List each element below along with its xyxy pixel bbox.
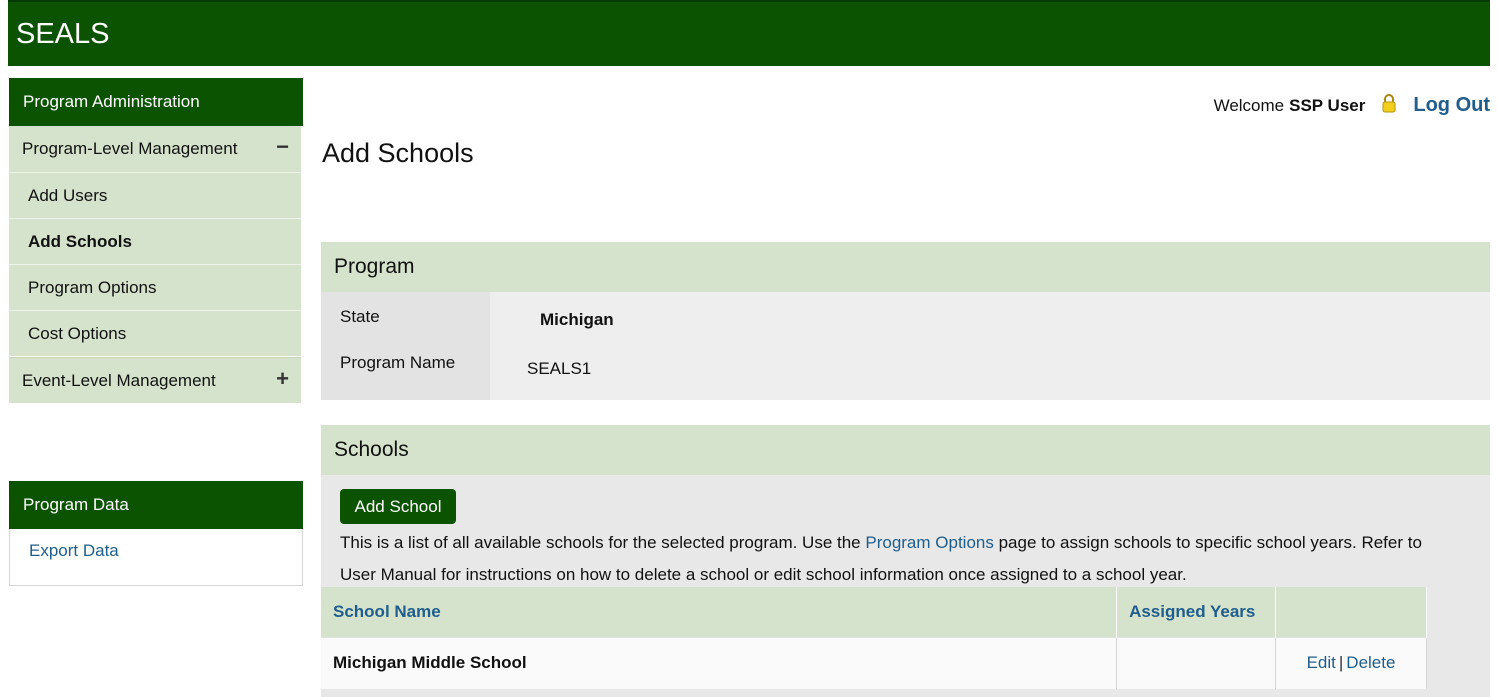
sidebar-data-box: Export Data (9, 529, 303, 586)
collapse-icon[interactable]: − (276, 134, 289, 160)
assigned-years-cell (1116, 636, 1277, 689)
user-bar: Welcome SSP User Log Out (1213, 93, 1490, 117)
table-row: Michigan Middle School Edit | Delete (321, 636, 1427, 689)
school-name-cell: Michigan Middle School (321, 636, 1118, 689)
schools-section-header: Schools (321, 425, 1490, 475)
app-title: SEALS (16, 18, 110, 50)
sidebar-admin-header: Program Administration (9, 78, 303, 126)
state-label: State (340, 307, 380, 326)
state-value: Michigan (540, 310, 614, 329)
program-name-label: Program Name (340, 353, 456, 372)
sidebar-program-level[interactable]: Program-Level Management − (9, 126, 301, 172)
program-details: State Michigan Program Name SEALS1 (321, 292, 1490, 400)
sidebar-item-label: Add Schools (28, 232, 132, 251)
column-header-actions (1275, 587, 1427, 637)
sidebar-item-label: Program Options (28, 278, 157, 297)
column-header-school-name[interactable]: School Name (321, 587, 1118, 637)
logout-link[interactable]: Log Out (1413, 94, 1490, 117)
table-header-row: School Name Assigned Years (321, 587, 1427, 637)
sidebar-item-label: Cost Options (28, 324, 127, 343)
schools-body: Add School This is a list of all availab… (321, 475, 1490, 697)
export-data-link[interactable]: Export Data (29, 541, 119, 561)
program-section-header: Program (321, 242, 1490, 292)
actions-cell: Edit | Delete (1275, 636, 1427, 689)
app-header: SEALS (8, 0, 1490, 66)
add-school-button[interactable]: Add School (340, 489, 456, 524)
sidebar-item-label: Add Users (28, 186, 108, 205)
program-name-value: SEALS1 (527, 359, 592, 378)
welcome-text: Welcome (1213, 95, 1285, 115)
sidebar-event-level[interactable]: Event-Level Management + (9, 357, 301, 403)
sidebar-event-level-label: Event-Level Management (22, 371, 216, 390)
schools-section: Schools Add School This is a list of all… (321, 425, 1490, 697)
lock-icon (1382, 93, 1396, 112)
delete-link[interactable]: Delete (1346, 653, 1395, 672)
edit-link[interactable]: Edit (1307, 653, 1336, 672)
sidebar-data-header: Program Data (9, 481, 303, 529)
sidebar-program-level-label: Program-Level Management (22, 139, 238, 158)
schools-description: This is a list of all available schools … (340, 527, 1430, 591)
description-text: This is a list of all available schools … (340, 533, 866, 552)
schools-table: School Name Assigned Years Michigan Midd… (321, 587, 1427, 689)
sidebar-item-cost-options[interactable]: Cost Options (9, 310, 301, 356)
sidebar-item-program-options[interactable]: Program Options (9, 264, 301, 310)
program-section: Program State Michigan Program Name SEAL… (321, 242, 1490, 400)
column-header-assigned-years[interactable]: Assigned Years (1116, 587, 1277, 637)
sidebar-item-add-schools[interactable]: Add Schools (9, 218, 301, 264)
action-separator: | (1338, 653, 1344, 673)
page-title: Add Schools (322, 138, 474, 168)
expand-icon[interactable]: + (276, 366, 289, 392)
sidebar-item-add-users[interactable]: Add Users (9, 172, 301, 218)
user-name: SSP User (1289, 95, 1366, 115)
program-options-link[interactable]: Program Options (865, 533, 994, 552)
